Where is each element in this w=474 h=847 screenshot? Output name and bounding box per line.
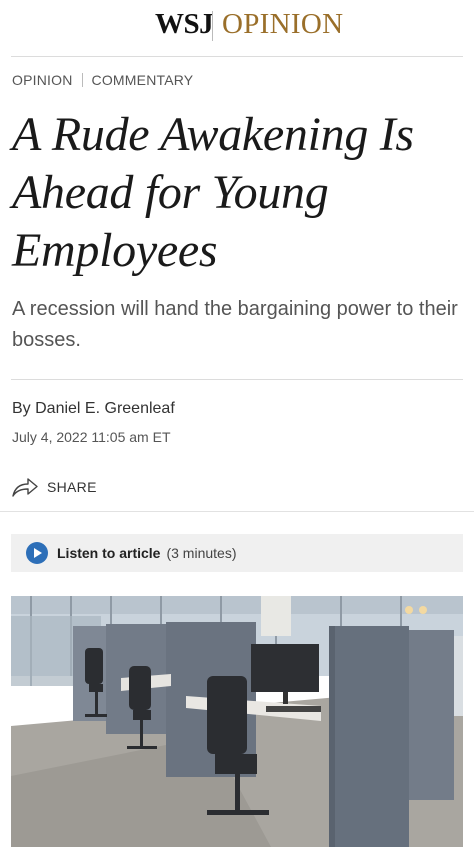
article-image	[11, 596, 463, 847]
share-button[interactable]: SHARE	[11, 475, 97, 499]
divider	[11, 56, 463, 57]
article-subheadline: A recession will hand the bargaining pow…	[12, 298, 458, 351]
article-headline: A Rude Awakening Is Ahead for Young Empl…	[12, 108, 414, 277]
logo-divider	[212, 11, 213, 41]
section-breadcrumb: OPINION COMMENTARY	[12, 72, 193, 88]
byline-prefix: By	[12, 400, 36, 417]
byline: By Daniel E. Greenleaf	[12, 400, 175, 418]
masthead: WSJ OPINION	[0, 0, 474, 56]
author-link[interactable]: Daniel E. Greenleaf	[35, 400, 175, 417]
listen-duration: (3 minutes)	[166, 545, 237, 561]
play-icon[interactable]	[26, 542, 48, 564]
opinion-section-logo[interactable]: OPINION	[222, 8, 343, 41]
listen-to-article-button[interactable]: Listen to article (3 minutes)	[11, 534, 463, 572]
divider	[0, 511, 474, 512]
share-label: SHARE	[47, 479, 97, 495]
listen-label: Listen to article	[57, 545, 161, 561]
office-cubicles-photo	[11, 596, 463, 847]
breadcrumb-commentary[interactable]: COMMENTARY	[92, 72, 194, 88]
publish-date: July 4, 2022 11:05 am ET	[12, 429, 171, 445]
wsj-logo[interactable]: WSJ	[155, 8, 214, 41]
divider	[11, 379, 463, 380]
breadcrumb-opinion[interactable]: OPINION	[12, 72, 73, 88]
share-arrow-icon	[12, 478, 38, 497]
breadcrumb-divider	[81, 73, 83, 87]
